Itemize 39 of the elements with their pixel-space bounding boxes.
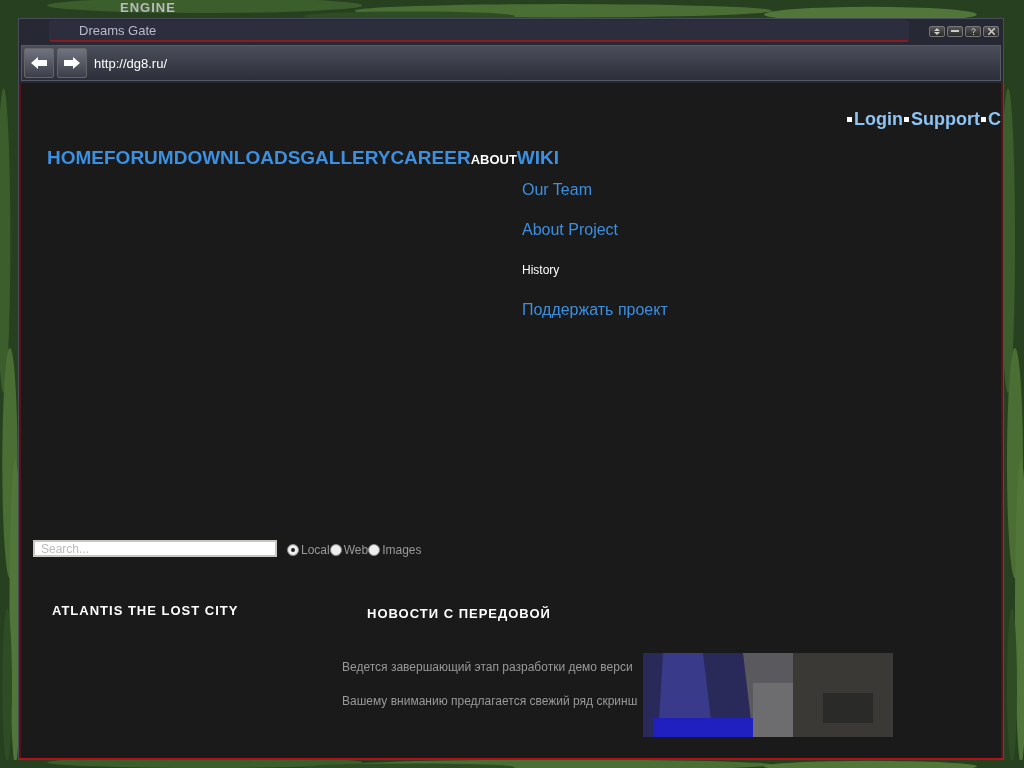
nav-link[interactable]: HOME xyxy=(47,147,104,169)
close-icon xyxy=(987,27,995,35)
minimize-icon xyxy=(951,30,959,32)
menu-item[interactable]: History xyxy=(522,259,668,281)
menu-item[interactable]: Our Team xyxy=(522,179,668,201)
nav-link[interactable]: GALLERY xyxy=(300,147,391,169)
close-button[interactable] xyxy=(983,25,999,37)
user-link[interactable]: C xyxy=(988,109,1001,130)
news-text: Ведется завершающий этап разработки демо верси xyxy=(342,660,634,674)
news-text: Вашему вниманию предлагается свежий ряд скринш xyxy=(342,694,639,708)
window-title: Dreams Gate xyxy=(49,20,909,42)
help-button[interactable] xyxy=(965,25,981,37)
section-title: ATLANTIS THE LOST CITY xyxy=(52,603,240,618)
arrow-left-icon xyxy=(30,56,48,70)
nav-link[interactable]: WIKI xyxy=(516,147,560,169)
arrow-right-icon xyxy=(63,56,81,70)
nav-link[interactable]: DOWNLOADS xyxy=(173,147,301,169)
minimize-button[interactable] xyxy=(947,25,963,37)
bullet-icon xyxy=(904,117,909,122)
user-link[interactable]: Login xyxy=(854,109,903,130)
restore-button[interactable] xyxy=(929,25,945,37)
nav-link[interactable]: CAREER xyxy=(390,147,471,169)
user-link[interactable]: Support xyxy=(911,109,980,130)
bullet-icon xyxy=(981,117,986,122)
help-icon xyxy=(970,27,976,35)
nav-link[interactable]: ABOUT xyxy=(470,152,517,167)
scope-radio[interactable]: Web xyxy=(329,543,369,557)
scope-radio[interactable]: Local xyxy=(287,543,330,557)
back-button[interactable] xyxy=(24,48,54,78)
menu-item[interactable]: About Project xyxy=(522,219,668,241)
bullet-icon xyxy=(847,117,852,122)
url-text[interactable]: http://dg8.ru/ xyxy=(90,55,167,71)
forward-button[interactable] xyxy=(57,48,87,78)
scope-radio[interactable]: Images xyxy=(368,543,422,557)
nav-link[interactable]: FORUM xyxy=(104,147,174,169)
search-field[interactable]: Search... xyxy=(33,540,277,557)
section-title: НОВОСТИ С ПЕРЕДОВОЙ xyxy=(367,606,552,621)
restore-icon xyxy=(934,27,940,35)
menu-item[interactable]: Поддержать проект xyxy=(522,299,668,321)
